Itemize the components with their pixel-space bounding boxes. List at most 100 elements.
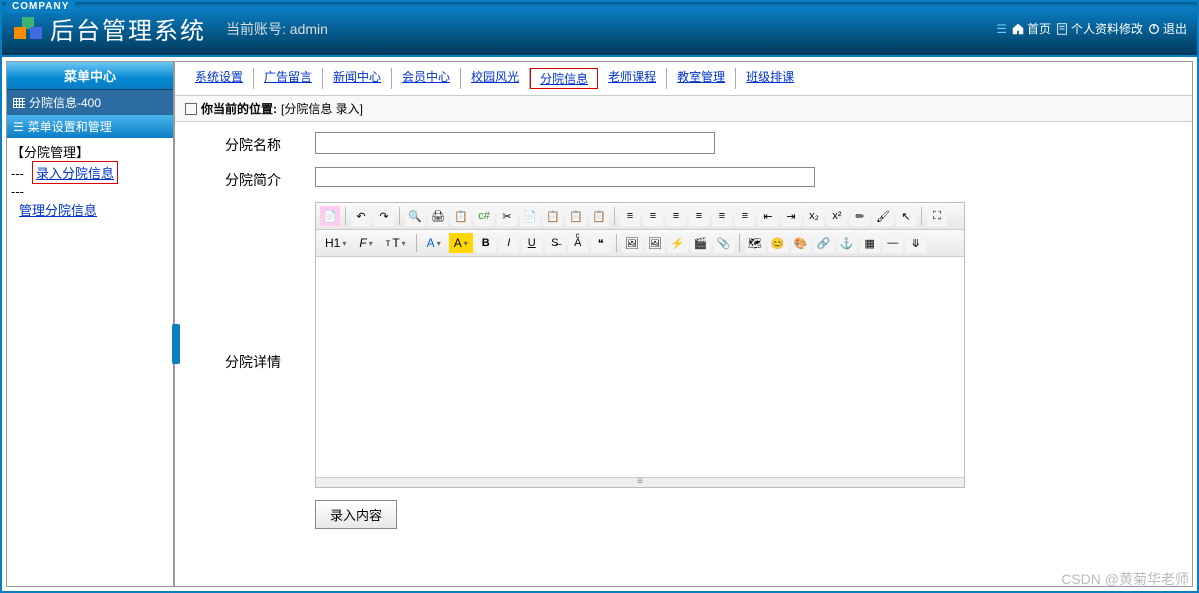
- nav-system[interactable]: 系统设置: [185, 68, 254, 89]
- menu-sub-header[interactable]: 分院信息-400: [7, 90, 173, 115]
- home-link[interactable]: 首页: [1011, 20, 1051, 37]
- align-left-icon[interactable]: ≡: [620, 206, 640, 226]
- menu-bars-icon[interactable]: ☰: [996, 22, 1007, 36]
- emoji-icon[interactable]: 😊: [768, 233, 788, 253]
- intro-label: 分院简介: [225, 167, 315, 190]
- submit-button[interactable]: 录入内容: [315, 500, 397, 529]
- menu-item-input: ---录入分院信息: [11, 161, 169, 184]
- list-icon: ☰: [13, 120, 24, 134]
- sidebar: 菜单中心 分院信息-400 ☰ 菜单设置和管理 【分院管理】 ---录入分院信息…: [6, 61, 174, 587]
- list-ol-icon[interactable]: ≡: [712, 206, 732, 226]
- flash-icon[interactable]: ⚡: [668, 233, 688, 253]
- font-color-select[interactable]: A▾: [422, 233, 446, 253]
- template-icon[interactable]: 📋: [451, 206, 471, 226]
- power-icon: [1147, 22, 1161, 36]
- name-input[interactable]: [315, 132, 715, 154]
- nav-schedule[interactable]: 班级排课: [736, 68, 804, 89]
- home-icon: [1011, 22, 1025, 36]
- nav-classroom[interactable]: 教室管理: [667, 68, 736, 89]
- multi-image-icon[interactable]: 🖼: [645, 233, 665, 253]
- menu-link-input[interactable]: 录入分院信息: [32, 161, 118, 184]
- code-icon[interactable]: c#: [474, 206, 494, 226]
- redo-icon[interactable]: ↷: [374, 206, 394, 226]
- quote-icon[interactable]: ❝: [591, 233, 611, 253]
- paste-text-icon[interactable]: 📋: [566, 206, 586, 226]
- image-icon[interactable]: 🖼: [622, 233, 642, 253]
- menu-group-title: 【分院管理】: [11, 142, 169, 161]
- font-size-select[interactable]: тT▾: [381, 233, 411, 253]
- app-frame: 后台管理系统 当前账号: admin ☰ 首页 个人资料修改 退出 菜单中心: [0, 0, 1199, 593]
- bg-color-select[interactable]: A▾: [449, 233, 473, 253]
- art-icon[interactable]: 🎨: [791, 233, 811, 253]
- cut-icon[interactable]: ✂: [497, 206, 517, 226]
- company-tag: COMPANY: [6, 0, 75, 13]
- media-icon[interactable]: 🎬: [691, 233, 711, 253]
- nav-ad[interactable]: 广告留言: [254, 68, 323, 89]
- editor-toolbar-2: H1▾ F▾ тT▾ A▾ A▾ B I U S̶ Aͨ: [316, 230, 964, 257]
- menu-body: 【分院管理】 ---录入分院信息 ---管理分院信息: [7, 138, 173, 586]
- system-title: 后台管理系统: [50, 11, 206, 46]
- top-nav: 系统设置 广告留言 新闻中心 会员中心 校园风光 分院信息 老师课程 教室管理 …: [175, 62, 1192, 96]
- nav-branch[interactable]: 分院信息: [530, 68, 598, 89]
- editor-resize-handle[interactable]: ≡: [316, 477, 964, 487]
- attach-icon[interactable]: 📎: [714, 233, 734, 253]
- breadcrumb: 你当前的位置: [分院信息 录入]: [175, 96, 1192, 122]
- copy-icon[interactable]: 📄: [520, 206, 540, 226]
- logout-link[interactable]: 退出: [1147, 20, 1187, 37]
- format-brush-icon[interactable]: 🖌: [873, 206, 893, 226]
- logo-area: 后台管理系统: [2, 11, 206, 46]
- remove-format-icon[interactable]: Aͨ: [568, 233, 588, 253]
- paste-word-icon[interactable]: 📋: [589, 206, 609, 226]
- paste-icon[interactable]: 📋: [543, 206, 563, 226]
- account-label: 当前账号:: [226, 21, 286, 37]
- unlink-icon[interactable]: ⚓: [837, 233, 857, 253]
- header-actions: ☰ 首页 个人资料修改 退出: [996, 20, 1197, 37]
- profile-link[interactable]: 个人资料修改: [1055, 20, 1143, 37]
- outdent-icon[interactable]: ⇤: [758, 206, 778, 226]
- italic-button[interactable]: I: [499, 233, 519, 253]
- fullscreen-icon[interactable]: ⛶: [927, 206, 947, 226]
- profile-icon: [1055, 22, 1069, 36]
- sidebar-collapse-handle[interactable]: [172, 324, 180, 364]
- menu-item-manage: ---管理分院信息: [11, 184, 169, 220]
- align-justify-icon[interactable]: ≡: [689, 206, 709, 226]
- table-icon[interactable]: ▦: [860, 233, 880, 253]
- nav-campus[interactable]: 校园风光: [461, 68, 530, 89]
- list-ul-icon[interactable]: ≡: [735, 206, 755, 226]
- superscript-icon[interactable]: x²: [827, 206, 847, 226]
- rich-editor: 📄 ↶ ↷ 🔍 🖨 📋 c# ✂ 📄: [315, 202, 965, 488]
- heading-select[interactable]: H1▾: [320, 233, 351, 253]
- grid-icon: [13, 98, 25, 108]
- strike-icon[interactable]: S̶: [545, 233, 565, 253]
- editor-body[interactable]: [316, 257, 964, 477]
- bold-button[interactable]: B: [476, 233, 496, 253]
- menu-link-manage[interactable]: 管理分院信息: [19, 199, 169, 220]
- clear-format-icon[interactable]: ✏: [850, 206, 870, 226]
- hr-icon[interactable]: —: [883, 233, 903, 253]
- content: 系统设置 广告留言 新闻中心 会员中心 校园风光 分院信息 老师课程 教室管理 …: [174, 61, 1193, 587]
- link-icon[interactable]: 🔗: [814, 233, 834, 253]
- print-icon[interactable]: 🖨: [428, 206, 448, 226]
- indent-icon[interactable]: ⇥: [781, 206, 801, 226]
- menu-section-header[interactable]: ☰ 菜单设置和管理: [7, 115, 173, 138]
- align-right-icon[interactable]: ≡: [666, 206, 686, 226]
- breadcrumb-label: 你当前的位置:: [201, 100, 277, 117]
- nav-member[interactable]: 会员中心: [392, 68, 461, 89]
- header: 后台管理系统 当前账号: admin ☰ 首页 个人资料修改 退出: [2, 2, 1197, 57]
- nav-teacher[interactable]: 老师课程: [598, 68, 667, 89]
- breadcrumb-path: [分院信息 录入]: [281, 100, 363, 117]
- source-icon[interactable]: 📄: [320, 206, 340, 226]
- align-center-icon[interactable]: ≡: [643, 206, 663, 226]
- menu-center-header: 菜单中心: [7, 62, 173, 90]
- underline-button[interactable]: U: [522, 233, 542, 253]
- nav-news[interactable]: 新闻中心: [323, 68, 392, 89]
- preview-icon[interactable]: 🔍: [405, 206, 425, 226]
- map-icon[interactable]: 🗺: [745, 233, 765, 253]
- subscript-icon[interactable]: x₂: [804, 206, 824, 226]
- undo-icon[interactable]: ↶: [351, 206, 371, 226]
- pagebreak-icon[interactable]: ⤋: [906, 233, 926, 253]
- select-all-icon[interactable]: ↖: [896, 206, 916, 226]
- account-info: 当前账号: admin: [226, 19, 328, 39]
- font-family-select[interactable]: F▾: [354, 233, 377, 253]
- intro-input[interactable]: [315, 167, 815, 187]
